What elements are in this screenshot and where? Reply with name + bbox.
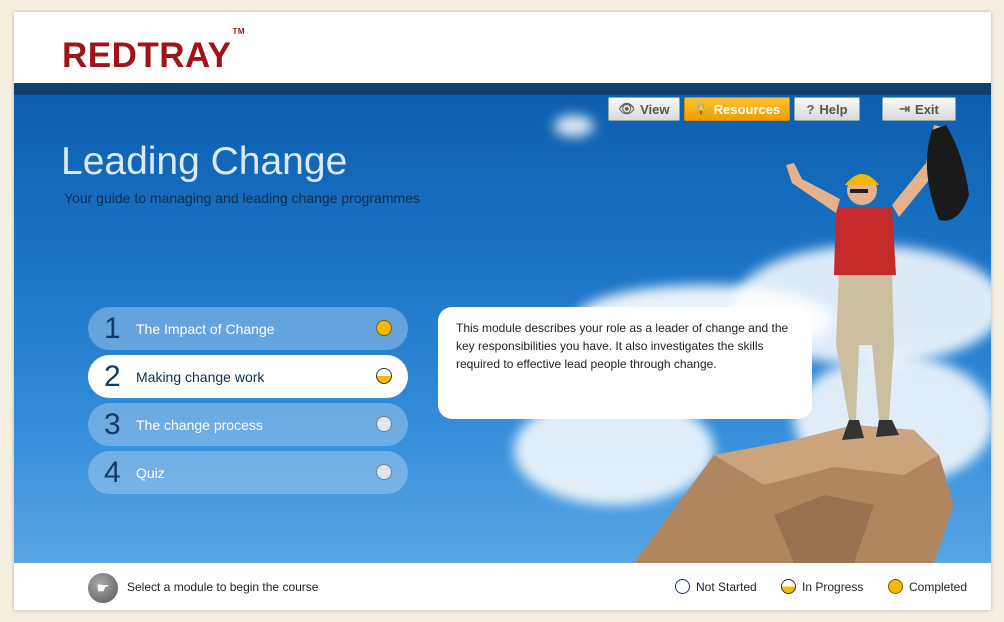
- question-icon: ?: [806, 101, 815, 117]
- legend-label: Completed: [909, 579, 968, 594]
- pointer-icon: ☛: [88, 573, 118, 603]
- module-label: The change process: [136, 416, 263, 433]
- module-item-1[interactable]: 1 The Impact of Change: [88, 307, 408, 350]
- module-number: 2: [104, 359, 121, 393]
- module-description: This module describes your role as a lea…: [438, 307, 812, 419]
- not-started-status-icon: [376, 416, 392, 432]
- module-item-2[interactable]: 2 Making change work: [88, 355, 408, 398]
- completed-status-icon: [376, 320, 392, 336]
- module-label: Making change work: [136, 368, 265, 385]
- resources-button-label: Resources: [713, 101, 781, 117]
- course-subtitle: Your guide to managing and leading chang…: [64, 190, 420, 206]
- nav-strip: [14, 83, 991, 95]
- exit-icon: ⇥: [899, 101, 911, 116]
- in-progress-legend-icon: [781, 579, 796, 594]
- footer: ☛ Select a module to begin the course No…: [14, 563, 991, 610]
- course-title: Leading Change: [61, 140, 348, 183]
- module-label: Quiz: [136, 464, 165, 481]
- legend-in-progress: In Progress: [781, 579, 863, 594]
- not-started-legend-icon: [675, 579, 690, 594]
- module-number: 1: [104, 311, 121, 345]
- module-item-4[interactable]: 4 Quiz: [88, 451, 408, 494]
- footer-hint: Select a module to begin the course: [127, 580, 319, 594]
- help-button-label: Help: [819, 101, 848, 117]
- not-started-status-icon: [376, 464, 392, 480]
- in-progress-status-icon: [376, 368, 392, 384]
- hero-banner: 👁 View 🔒 Resources ? Help ⇥ Exit Leading…: [14, 95, 991, 563]
- view-button[interactable]: 👁 View: [608, 97, 680, 121]
- exit-button-label: Exit: [915, 101, 939, 117]
- eye-icon: 👁: [618, 101, 636, 116]
- legend-not-started: Not Started: [675, 579, 757, 594]
- view-button-label: View: [640, 101, 670, 117]
- legend-label: Not Started: [696, 579, 757, 594]
- help-button[interactable]: ? Help: [794, 97, 860, 121]
- resources-button[interactable]: 🔒 Resources: [684, 97, 790, 121]
- module-number: 4: [104, 455, 121, 489]
- legend-completed: Completed: [888, 579, 967, 594]
- header: REDTRAYTM: [14, 12, 991, 83]
- module-number: 3: [104, 407, 121, 441]
- lock-icon: 🔒: [693, 102, 709, 116]
- module-label: The Impact of Change: [136, 320, 275, 337]
- legend-label: In Progress: [802, 579, 864, 594]
- app-frame: REDTRAYTM 👁 View 🔒 Resources ? Help ⇥ Ex…: [14, 12, 991, 610]
- exit-button[interactable]: ⇥ Exit: [882, 97, 956, 121]
- brand-logo: REDTRAYTM: [62, 27, 246, 75]
- completed-legend-icon: [888, 579, 903, 594]
- module-item-3[interactable]: 3 The change process: [88, 403, 408, 446]
